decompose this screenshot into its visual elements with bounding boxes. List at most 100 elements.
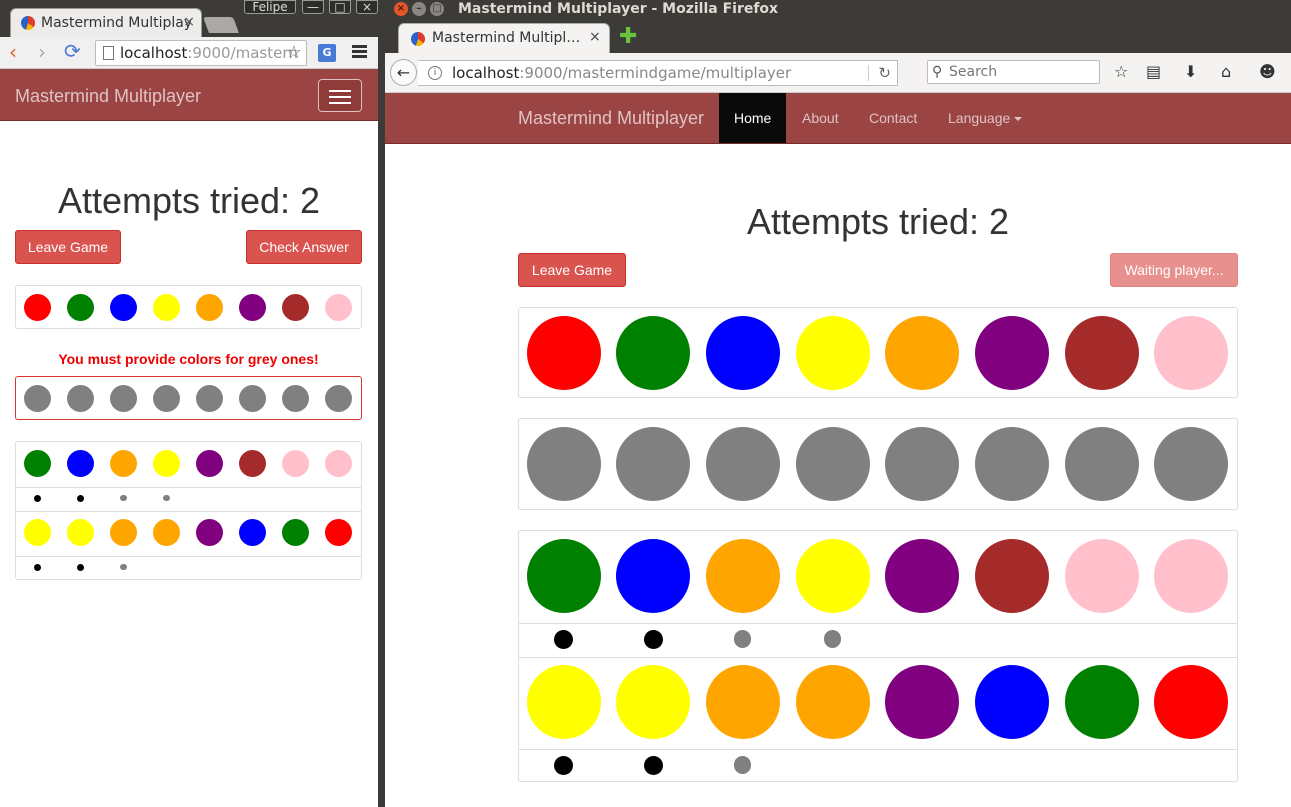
palette-peg[interactable]: [795, 316, 870, 390]
attempt-peg: [153, 449, 180, 477]
address-bar[interactable]: i localhost:9000/mastermindgame/multipla…: [418, 60, 898, 86]
palette-peg[interactable]: [616, 316, 691, 390]
nav-home[interactable]: Home: [719, 93, 787, 143]
translate-icon[interactable]: G: [318, 44, 336, 62]
profile-button[interactable]: Felipe: [244, 0, 296, 14]
page-icon: [103, 46, 114, 60]
back-icon[interactable]: ‹: [9, 41, 17, 63]
nav-about[interactable]: About: [787, 93, 854, 143]
row-separator: [519, 657, 1237, 658]
download-icon[interactable]: ⬇: [1184, 63, 1197, 81]
row-separator: [16, 556, 361, 557]
attempt-peg: [885, 665, 960, 739]
palette-peg[interactable]: [885, 316, 960, 390]
waiting-player-button[interactable]: Waiting player...: [1110, 253, 1238, 287]
home-icon[interactable]: ⌂: [1221, 63, 1231, 81]
attempts-title: Attempts tried: 2: [57, 180, 321, 221]
forward-icon[interactable]: ›: [38, 41, 46, 63]
search-input[interactable]: ⚲ Search: [927, 60, 1100, 84]
feedback-peg: [824, 630, 842, 648]
feedback-peg: [554, 629, 573, 649]
guess-slot-peg[interactable]: [153, 384, 180, 412]
feedback-peg: [77, 563, 84, 571]
attempt-peg: [795, 539, 870, 613]
palette-peg[interactable]: [705, 316, 780, 390]
guess-slot-peg[interactable]: [110, 384, 137, 412]
navbar-toggle-button[interactable]: [318, 79, 362, 112]
guess-slot-peg[interactable]: [795, 427, 870, 501]
back-arrow-icon[interactable]: ←: [390, 59, 417, 86]
guess-slot-peg[interactable]: [24, 384, 51, 412]
guess-slot-peg[interactable]: [1154, 427, 1229, 501]
new-tab-button[interactable]: [203, 17, 239, 33]
close-window-button[interactable]: ×: [356, 0, 378, 14]
url-host: localhost: [120, 44, 188, 62]
guess-slot-peg[interactable]: [325, 384, 352, 412]
guess-slot-peg[interactable]: [239, 384, 266, 412]
search-placeholder: Search: [949, 64, 998, 80]
palette-peg[interactable]: [239, 293, 266, 321]
guess-slot-peg[interactable]: [67, 384, 94, 412]
close-circle-icon[interactable]: ×: [394, 2, 408, 16]
palette-peg[interactable]: [526, 316, 601, 390]
navbar-brand[interactable]: Mastermind Multiplayer: [518, 108, 704, 129]
guess-slot-peg[interactable]: [1064, 427, 1139, 501]
guess-slot-peg[interactable]: [975, 427, 1049, 501]
attempt-peg: [325, 518, 352, 546]
guess-slot-peg[interactable]: [885, 427, 960, 501]
palette-peg[interactable]: [153, 293, 180, 321]
address-bar[interactable]: localhost:9000/mastern ☆: [95, 40, 307, 66]
palette-peg[interactable]: [110, 293, 137, 321]
play-favicon-icon: [21, 16, 35, 30]
tab-close-icon[interactable]: ×: [183, 14, 195, 30]
bookmark-star-icon[interactable]: ☆: [286, 41, 302, 65]
feedback-peg: [120, 494, 127, 502]
tab-close-icon[interactable]: ×: [589, 29, 601, 45]
attempt-peg: [196, 449, 223, 477]
minimize-button[interactable]: —: [302, 0, 324, 14]
bookmark-star-icon[interactable]: ☆: [1114, 63, 1128, 81]
attempt-peg: [705, 539, 780, 613]
chat-icon[interactable]: ☻: [1259, 63, 1276, 81]
attempt-peg: [885, 539, 960, 613]
guess-slot-peg[interactable]: [196, 384, 223, 412]
info-icon[interactable]: i: [428, 66, 442, 80]
leave-game-button[interactable]: Leave Game: [15, 230, 121, 264]
new-tab-plus-icon[interactable]: ✚: [619, 26, 637, 48]
reader-list-icon[interactable]: ▤: [1146, 63, 1161, 81]
palette-peg[interactable]: [67, 293, 94, 321]
guess-slot-peg[interactable]: [616, 427, 691, 501]
palette-peg[interactable]: [1064, 316, 1139, 390]
maximize-circle-icon[interactable]: □: [430, 2, 444, 16]
check-answer-button[interactable]: Check Answer: [246, 230, 362, 264]
reload-icon[interactable]: ↻: [878, 61, 891, 85]
palette-peg[interactable]: [1154, 316, 1229, 390]
guess-slot-peg[interactable]: [282, 384, 309, 412]
attempt-peg: [239, 518, 266, 546]
palette-peg[interactable]: [24, 293, 51, 321]
chrome-tab[interactable]: Mastermind Multiplayer ×: [10, 8, 202, 37]
nav-language-dropdown[interactable]: Language: [933, 93, 1037, 143]
palette-peg[interactable]: [282, 293, 309, 321]
attempt-peg: [282, 449, 309, 477]
navbar: Mastermind Multiplayer: [0, 69, 378, 121]
chrome-window: Mastermind Multiplayer × Felipe — □ × ‹ …: [0, 0, 378, 807]
firefox-toolbar: ← i localhost:9000/mastermindgame/multip…: [385, 53, 1291, 93]
chrome-menu-icon[interactable]: [352, 45, 367, 59]
feedback-peg: [643, 629, 663, 649]
firefox-tab[interactable]: Mastermind Multipl… ×: [398, 23, 610, 53]
leave-game-button[interactable]: Leave Game: [518, 253, 626, 287]
minimize-circle-icon[interactable]: –: [412, 2, 426, 16]
nav-contact[interactable]: Contact: [854, 93, 932, 143]
palette-peg[interactable]: [325, 293, 352, 321]
navbar-brand[interactable]: Mastermind Multiplayer: [15, 86, 201, 107]
maximize-button[interactable]: □: [329, 0, 351, 14]
guess-slot-peg[interactable]: [705, 427, 780, 501]
guess-slot-peg[interactable]: [526, 427, 601, 501]
feedback-peg: [554, 755, 573, 775]
palette-peg[interactable]: [975, 316, 1049, 390]
url-divider: [868, 65, 869, 81]
attempt-peg: [67, 449, 94, 477]
palette-peg[interactable]: [196, 293, 223, 321]
reload-icon[interactable]: ⟳: [64, 40, 81, 62]
